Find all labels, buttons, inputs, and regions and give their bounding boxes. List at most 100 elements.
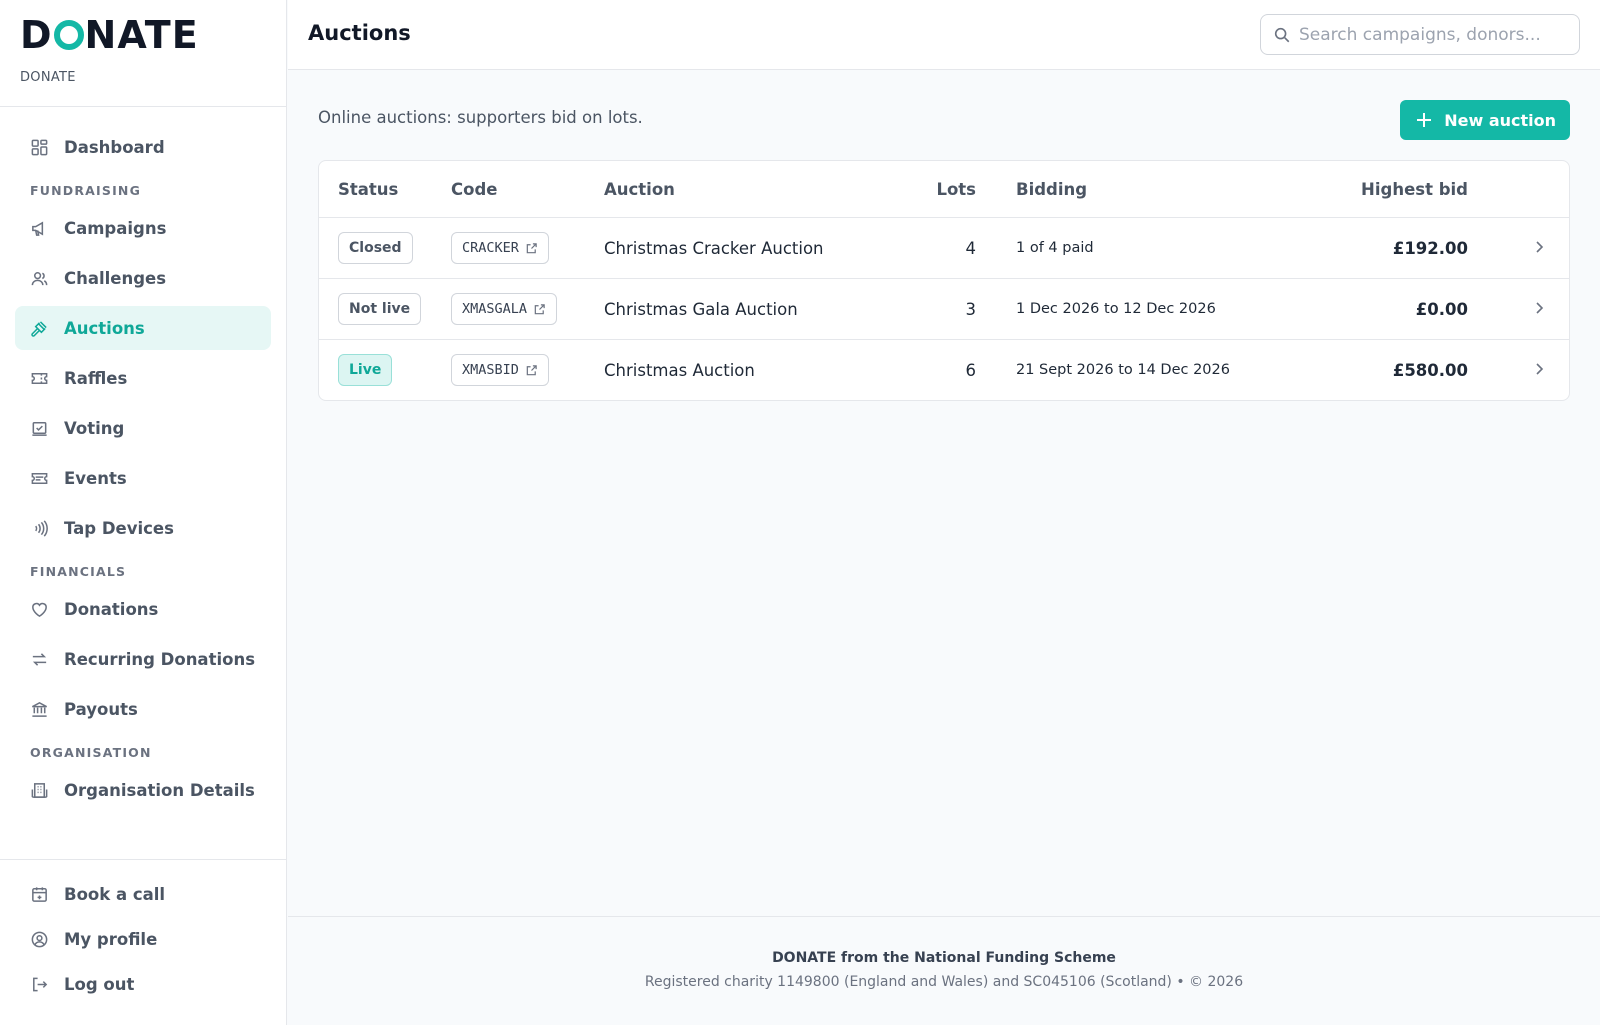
external-link-icon: [526, 364, 537, 375]
contactless-icon: [35, 519, 48, 537]
header-status[interactable]: Status: [319, 180, 451, 199]
ticket-icon: [31, 372, 48, 384]
repeat-icon: [32, 652, 47, 666]
plus-icon: [1417, 113, 1432, 127]
sidebar-item-log-out[interactable]: Log out: [15, 964, 272, 1004]
code-text: CRACKER: [462, 240, 519, 256]
header-highest-bid[interactable]: Highest bid: [1316, 180, 1468, 199]
sidebar-item-label: Book a call: [64, 884, 166, 904]
calendar-icon: [32, 886, 47, 902]
page-title: Auctions: [308, 21, 411, 45]
brand: D NATE DONATE: [0, 0, 286, 107]
sidebar-item-label: Raffles: [64, 368, 128, 388]
sidebar-item-voting[interactable]: Voting: [15, 406, 271, 450]
sidebar-item-challenges[interactable]: Challenges: [15, 256, 271, 300]
sidebar-item-label: Tap Devices: [64, 518, 174, 538]
page-description: Online auctions: supporters bid on lots.: [318, 108, 643, 127]
new-auction-button[interactable]: New auction: [1400, 100, 1570, 140]
sidebar-item-label: Events: [64, 468, 127, 488]
sidebar-item-label: Payouts: [64, 699, 138, 719]
header-auction[interactable]: Auction: [604, 180, 916, 199]
page-footer: DONATE from the National Funding Scheme …: [288, 916, 1600, 1025]
table-row[interactable]: Closed CRACKER Christmas Cracker Auction…: [319, 217, 1569, 278]
table-header: Status Code Auction Lots Bidding Highest…: [319, 161, 1569, 217]
sidebar-item-organisation-details[interactable]: Organisation Details: [15, 768, 271, 812]
header-code[interactable]: Code: [451, 180, 604, 199]
auction-highest-bid: £192.00: [1392, 238, 1468, 258]
sidebar-item-label: Organisation Details: [64, 780, 255, 800]
table-row[interactable]: Not live XMASGALA Christmas Gala Auction…: [319, 278, 1569, 339]
code-text: XMASBID: [462, 362, 519, 378]
nav-section-fundraising: FUNDRAISING: [30, 183, 142, 198]
building-icon: [31, 782, 48, 798]
sidebar-bottom: Book a call My profile Log out: [0, 859, 287, 1009]
external-link-icon: [534, 303, 545, 314]
status-badge: Live: [338, 354, 393, 386]
logo[interactable]: D NATE: [20, 14, 266, 56]
sidebar-item-campaigns[interactable]: Campaigns: [15, 206, 271, 250]
sidebar-item-label: Campaigns: [64, 218, 167, 238]
new-auction-label: New auction: [1444, 110, 1556, 130]
chevron-right-icon[interactable]: [1531, 300, 1547, 316]
megaphone-icon: [32, 220, 44, 236]
code-link[interactable]: CRACKER: [451, 232, 549, 264]
top-header: Auctions: [288, 0, 1600, 70]
chevron-right-icon[interactable]: [1531, 361, 1547, 377]
logo-ring: [53, 20, 84, 50]
code-link[interactable]: XMASBID: [451, 354, 549, 386]
nav-section-financials: FINANCIALS: [30, 564, 127, 579]
auction-highest-bid: £580.00: [1392, 360, 1468, 380]
status-badge: Not live: [338, 293, 422, 325]
logout-icon: [33, 977, 48, 991]
sidebar-item-book-call[interactable]: Book a call: [15, 874, 272, 914]
code-text: XMASGALA: [462, 301, 528, 317]
search-input[interactable]: [1299, 24, 1569, 45]
sidebar-item-label: Log out: [64, 974, 135, 994]
sidebar-item-label: Challenges: [64, 268, 167, 288]
code-link[interactable]: XMASGALA: [451, 293, 558, 325]
sidebar-item-label: Dashboard: [64, 137, 165, 157]
sidebar-item-tap-devices[interactable]: Tap Devices: [15, 506, 271, 550]
auction-name: Christmas Gala Auction: [604, 299, 798, 319]
sidebar-item-events[interactable]: Events: [15, 456, 271, 500]
auctions-table: Status Code Auction Lots Bidding Highest…: [318, 160, 1570, 401]
header-bidding[interactable]: Bidding: [976, 180, 1316, 199]
users-icon: [31, 271, 48, 285]
sidebar-item-recurring-donations[interactable]: Recurring Donations: [15, 637, 271, 681]
event-ticket-icon: [31, 472, 48, 484]
auction-lots: 4: [965, 238, 977, 258]
sidebar-item-label: Recurring Donations: [64, 649, 256, 669]
sidebar-item-label: Auctions: [64, 318, 145, 338]
auction-bidding: 1 Dec 2026 to 12 Dec 2026: [1016, 301, 1216, 317]
sidebar-item-auctions[interactable]: Auctions: [15, 306, 271, 350]
auction-lots: 3: [965, 299, 977, 319]
sidebar-item-raffles[interactable]: Raffles: [15, 356, 271, 400]
sidebar: D NATE DONATE Dashboard FUNDRAISING Campa…: [0, 0, 287, 1025]
auction-name: Christmas Cracker Auction: [604, 238, 824, 258]
sidebar-nav: Dashboard FUNDRAISING Campaigns Challeng…: [0, 107, 286, 812]
search-icon: [1274, 27, 1290, 42]
sidebar-item-payouts[interactable]: Payouts: [15, 687, 271, 731]
user-circle-icon: [31, 931, 48, 947]
footer-legal: Registered charity 1149800 (England and …: [644, 974, 1244, 990]
external-link-icon: [526, 242, 537, 253]
brand-subtitle: DONATE: [20, 70, 76, 85]
dashboard-icon: [31, 139, 48, 155]
sidebar-item-dashboard[interactable]: Dashboard: [15, 125, 271, 169]
status-badge: Closed: [338, 232, 413, 264]
sidebar-item-label: Donations: [64, 599, 159, 619]
sidebar-item-donations[interactable]: Donations: [15, 587, 271, 631]
header-lots[interactable]: Lots: [916, 180, 976, 199]
gavel-icon: [31, 320, 47, 337]
search-box[interactable]: [1260, 14, 1580, 55]
auction-bidding: 1 of 4 paid: [1016, 240, 1094, 256]
heart-icon: [32, 602, 47, 617]
bank-icon: [32, 701, 47, 717]
sidebar-item-my-profile[interactable]: My profile: [15, 919, 272, 959]
auction-bidding: 21 Sept 2026 to 14 Dec 2026: [1016, 362, 1230, 378]
auction-name: Christmas Auction: [604, 360, 755, 380]
chevron-right-icon[interactable]: [1531, 239, 1547, 255]
footer-title: DONATE from the National Funding Scheme: [772, 950, 1116, 966]
table-row[interactable]: Live XMASBID Christmas Auction 6 21 Sept…: [319, 339, 1569, 400]
sidebar-item-label: My profile: [64, 929, 158, 949]
